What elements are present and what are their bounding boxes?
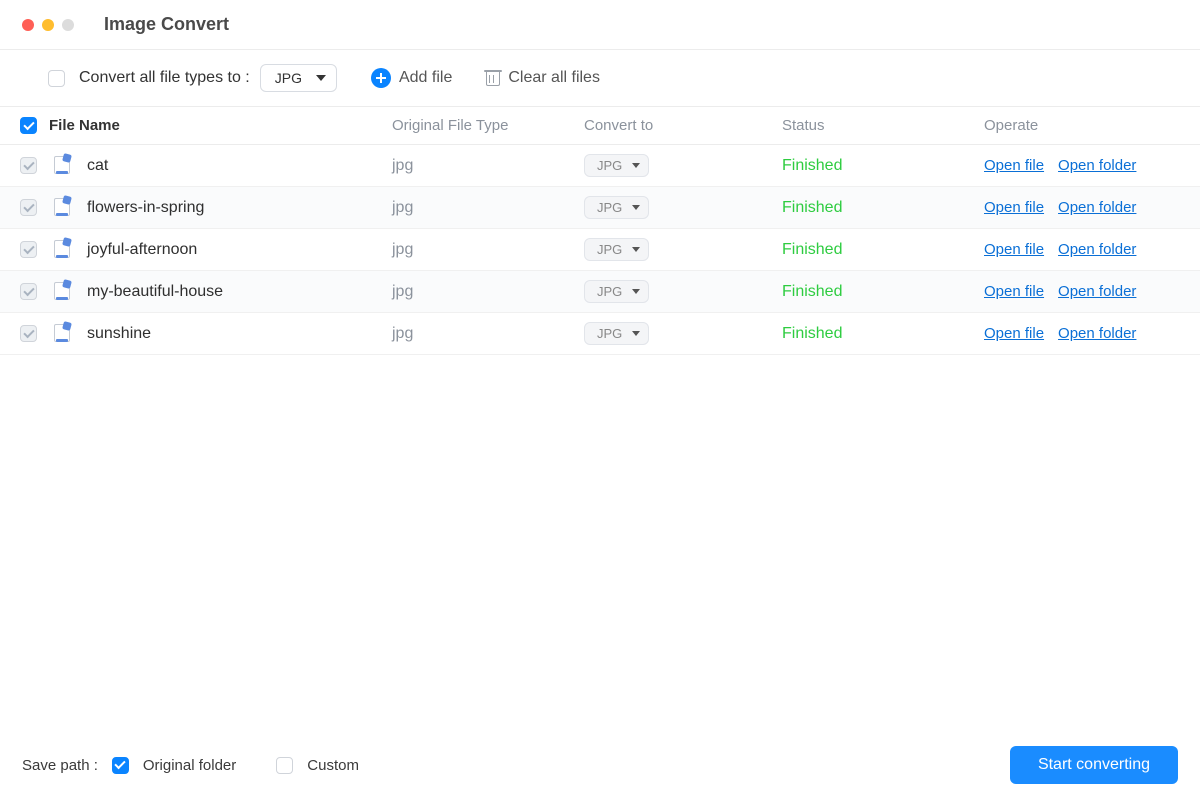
row-checkbox[interactable] — [20, 283, 37, 300]
table-row: joyful-afternoon jpg JPG Finished Open file O… — [0, 229, 1200, 271]
image-file-icon — [51, 197, 73, 219]
original-type: jpg — [378, 325, 570, 343]
trash-icon — [486, 70, 500, 86]
image-file-icon — [51, 281, 73, 303]
chevron-down-icon — [632, 289, 640, 294]
image-file-icon — [51, 239, 73, 261]
table-header: File Name Original File Type Convert to … — [0, 107, 1200, 145]
convert-to-select[interactable]: JPG — [584, 154, 649, 177]
convert-to-value: JPG — [597, 242, 622, 257]
titlebar: Image Convert — [0, 0, 1200, 50]
table-row: my-beautiful-house jpg JPG Finished Open fil… — [0, 271, 1200, 313]
clear-all-button[interactable]: Clear all files — [486, 69, 600, 87]
custom-folder-checkbox[interactable] — [276, 757, 293, 774]
original-folder-label: Original folder — [143, 757, 236, 774]
file-name: cat — [87, 157, 108, 175]
file-table: File Name Original File Type Convert to … — [0, 107, 1200, 730]
image-file-icon — [51, 155, 73, 177]
row-checkbox[interactable] — [20, 241, 37, 258]
save-path-label: Save path : — [22, 757, 98, 774]
row-checkbox[interactable] — [20, 157, 37, 174]
convert-to-value: JPG — [597, 326, 622, 341]
custom-folder-label: Custom — [307, 757, 359, 774]
status-value: Finished — [768, 199, 970, 217]
original-type: jpg — [378, 241, 570, 259]
table-row: sunshine jpg JPG Finished Open file Open fold… — [0, 313, 1200, 355]
clear-all-label: Clear all files — [508, 69, 600, 87]
col-operate: Operate — [970, 117, 1200, 134]
file-name: joyful-afternoon — [87, 241, 197, 259]
chevron-down-icon — [316, 75, 326, 81]
convert-to-value: JPG — [597, 158, 622, 173]
row-checkbox[interactable] — [20, 325, 37, 342]
convert-to-value: JPG — [597, 284, 622, 299]
plus-icon — [371, 68, 391, 88]
convert-to-select[interactable]: JPG — [584, 196, 649, 219]
chevron-down-icon — [632, 163, 640, 168]
open-file-link[interactable]: Open file — [984, 199, 1044, 216]
original-type: jpg — [378, 199, 570, 217]
start-converting-button[interactable]: Start converting — [1010, 746, 1178, 784]
row-checkbox[interactable] — [20, 199, 37, 216]
convert-to-select[interactable]: JPG — [584, 280, 649, 303]
original-type: jpg — [378, 283, 570, 301]
image-file-icon — [51, 323, 73, 345]
footer: Save path : Original folder Custom Start… — [0, 730, 1200, 800]
open-folder-link[interactable]: Open folder — [1058, 241, 1136, 258]
status-value: Finished — [768, 157, 970, 175]
open-folder-link[interactable]: Open folder — [1058, 325, 1136, 342]
open-folder-link[interactable]: Open folder — [1058, 283, 1136, 300]
window-title: Image Convert — [104, 14, 229, 35]
convert-all-checkbox[interactable] — [48, 70, 65, 87]
convert-to-select[interactable]: JPG — [584, 238, 649, 261]
table-row: flowers-in-spring jpg JPG Finished Open file… — [0, 187, 1200, 229]
open-file-link[interactable]: Open file — [984, 283, 1044, 300]
toolbar: Convert all file types to : JPG Add file… — [0, 50, 1200, 107]
select-all-checkbox[interactable] — [20, 117, 37, 134]
open-folder-link[interactable]: Open folder — [1058, 157, 1136, 174]
open-file-link[interactable]: Open file — [984, 325, 1044, 342]
add-file-label: Add file — [399, 69, 452, 87]
open-folder-link[interactable]: Open folder — [1058, 199, 1136, 216]
open-file-link[interactable]: Open file — [984, 241, 1044, 258]
chevron-down-icon — [632, 247, 640, 252]
convert-all-format-value: JPG — [275, 70, 302, 86]
col-status: Status — [768, 117, 970, 134]
original-folder-checkbox[interactable] — [112, 757, 129, 774]
status-value: Finished — [768, 283, 970, 301]
file-name: my-beautiful-house — [87, 283, 223, 301]
col-file-name: File Name — [49, 117, 120, 134]
chevron-down-icon — [632, 331, 640, 336]
convert-all-label: Convert all file types to : — [79, 69, 250, 87]
chevron-down-icon — [632, 205, 640, 210]
status-value: Finished — [768, 325, 970, 343]
traffic-lights — [22, 19, 74, 31]
convert-all-format-select[interactable]: JPG — [260, 64, 337, 92]
add-file-button[interactable]: Add file — [371, 68, 452, 88]
convert-to-value: JPG — [597, 200, 622, 215]
file-name: flowers-in-spring — [87, 199, 204, 217]
maximize-window-icon[interactable] — [62, 19, 74, 31]
minimize-window-icon[interactable] — [42, 19, 54, 31]
status-value: Finished — [768, 241, 970, 259]
convert-to-select[interactable]: JPG — [584, 322, 649, 345]
open-file-link[interactable]: Open file — [984, 157, 1044, 174]
original-type: jpg — [378, 157, 570, 175]
table-row: cat jpg JPG Finished Open file Open folder — [0, 145, 1200, 187]
file-name: sunshine — [87, 325, 151, 343]
close-window-icon[interactable] — [22, 19, 34, 31]
col-convert-to: Convert to — [570, 117, 768, 134]
col-original: Original File Type — [378, 117, 570, 134]
